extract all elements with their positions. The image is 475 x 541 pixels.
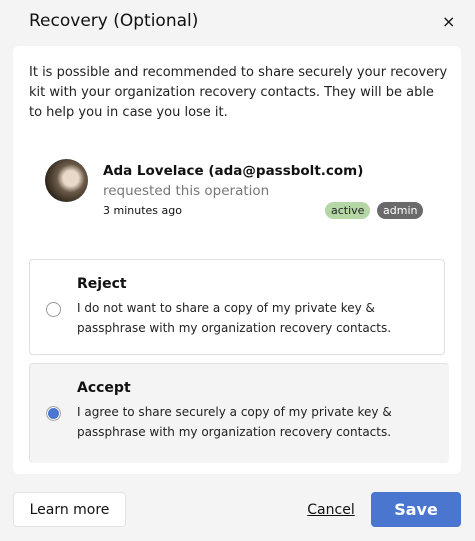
dialog-title: Recovery (Optional) (29, 11, 199, 31)
option-title: Accept (77, 380, 131, 396)
option-reject[interactable]: Reject I do not want to share a copy of … (29, 259, 445, 355)
avatar (45, 159, 88, 202)
cancel-button[interactable]: Cancel (305, 492, 357, 527)
close-icon[interactable]: × (442, 12, 455, 31)
option-accept[interactable]: Accept I agree to share securely a copy … (29, 363, 449, 463)
requester-action: requested this operation (103, 183, 270, 199)
save-button[interactable]: Save (371, 492, 461, 527)
option-title: Reject (77, 276, 127, 292)
option-description: I agree to share securely a copy of my p… (77, 405, 392, 439)
status-badge-active: active (325, 202, 371, 219)
role-badge-admin: admin (377, 202, 424, 219)
accept-radio[interactable] (46, 406, 61, 421)
dialog-body: It is possible and recommended to share … (13, 46, 461, 474)
intro-text: It is possible and recommended to share … (29, 65, 448, 120)
learn-more-button[interactable]: Learn more (13, 492, 126, 527)
reject-radio[interactable] (46, 302, 61, 317)
option-description: I do not want to share a copy of my priv… (77, 301, 392, 335)
requester-name: Ada Lovelace (ada@passbolt.com) (103, 163, 364, 179)
request-time: 3 minutes ago (103, 204, 182, 217)
